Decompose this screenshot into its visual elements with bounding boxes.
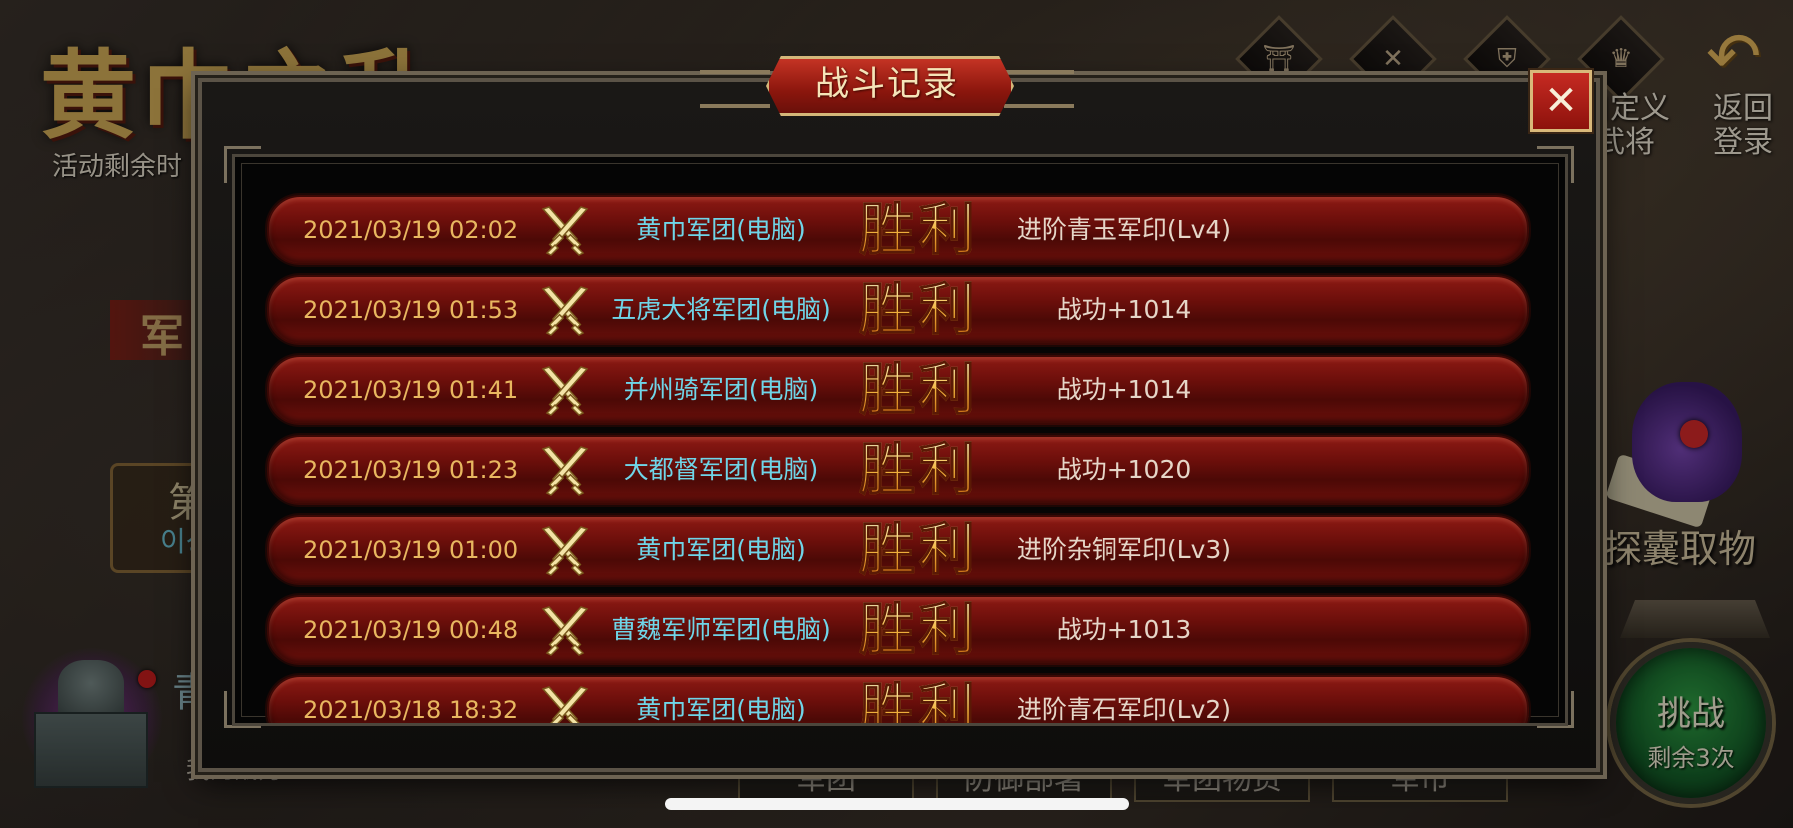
record-scroll-area[interactable]: 2021/03/19 02:02 黄巾军团(电脑) 胜利 进阶青玉军印(Lv4) 202… [232,154,1568,726]
crossed-swords-icon [537,205,593,257]
record-row: 2021/03/19 01:00 黄巾军团(电脑) 胜利 进阶杂铜军印(Lv3) [267,515,1529,585]
record-opponent: 曹魏军师军团(电脑) [611,615,831,644]
record-result: 胜利 [859,517,979,584]
record-opponent: 五虎大将军团(电脑) [611,295,831,324]
record-row: 2021/03/18 18:32 黄巾军团(电脑) 胜利 进阶青石军印(Lv2) [267,675,1529,724]
record-reward: 进阶青石军印(Lv2) [1016,695,1232,724]
record-result: 胜利 [859,277,979,344]
crossed-swords-icon [537,605,593,657]
home-indicator[interactable] [665,798,1129,810]
title-ornament-right [1004,70,1074,108]
record-time: 2021/03/18 18:32 [303,696,519,724]
record-result: 胜利 [859,437,979,504]
record-row: 2021/03/19 01:23 大都督军团(电脑) 胜利 战功+1020 [267,435,1529,505]
record-result: 胜利 [859,197,979,264]
record-row: 2021/03/19 02:02 黄巾军团(电脑) 胜利 进阶青玉军印(Lv4) [267,195,1529,265]
record-time: 2021/03/19 01:53 [303,296,519,324]
record-opponent: 黄巾军团(电脑) [636,535,806,564]
record-opponent: 黄巾军团(电脑) [636,695,806,724]
record-reward: 战功+1013 [1056,615,1192,644]
record-reward: 进阶杂铜军印(Lv3) [1016,535,1232,564]
record-reward: 战功+1020 [1056,455,1192,484]
record-row: 2021/03/19 01:53 五虎大将军团(电脑) 胜利 战功+1014 [267,275,1529,345]
crossed-swords-icon [537,525,593,577]
record-opponent: 黄巾军团(电脑) [636,215,806,244]
crossed-swords-icon [537,445,593,497]
record-reward: 进阶青玉军印(Lv4) [1016,215,1232,244]
record-opponent: 大都督军团(电脑) [623,455,819,484]
record-row: 2021/03/19 00:48 曹魏军师军团(电脑) 胜利 战功+1013 [267,595,1529,665]
record-reward: 战功+1014 [1056,375,1192,404]
record-time: 2021/03/19 00:48 [303,616,519,644]
crossed-swords-icon [537,285,593,337]
record-time: 2021/03/19 01:00 [303,536,519,564]
dialog-title: 战斗记录 [815,64,959,104]
record-time: 2021/03/19 01:23 [303,456,519,484]
record-result: 胜利 [859,357,979,424]
battle-record-dialog: 战斗记录 ✕ 2021/03/19 02:02 黄巾军团(电脑) 胜利 进阶青玉军印(… [198,56,1600,772]
record-time: 2021/03/19 02:02 [303,216,519,244]
record-opponent: 并州骑军团(电脑) [623,375,819,404]
title-ornament-left [700,70,770,108]
record-reward: 战功+1014 [1056,295,1192,324]
record-row: 2021/03/19 01:41 并州骑军团(电脑) 胜利 战功+1014 [267,355,1529,425]
record-list: 2021/03/19 02:02 黄巾军团(电脑) 胜利 进阶青玉军印(Lv4) 202… [267,195,1529,724]
crossed-swords-icon [537,685,593,723]
close-icon[interactable]: ✕ [1533,73,1589,129]
record-result: 胜利 [859,597,979,664]
record-result: 胜利 [859,677,979,724]
record-time: 2021/03/19 01:41 [303,376,519,404]
crossed-swords-icon [537,365,593,417]
close-button[interactable]: ✕ [1530,70,1592,132]
